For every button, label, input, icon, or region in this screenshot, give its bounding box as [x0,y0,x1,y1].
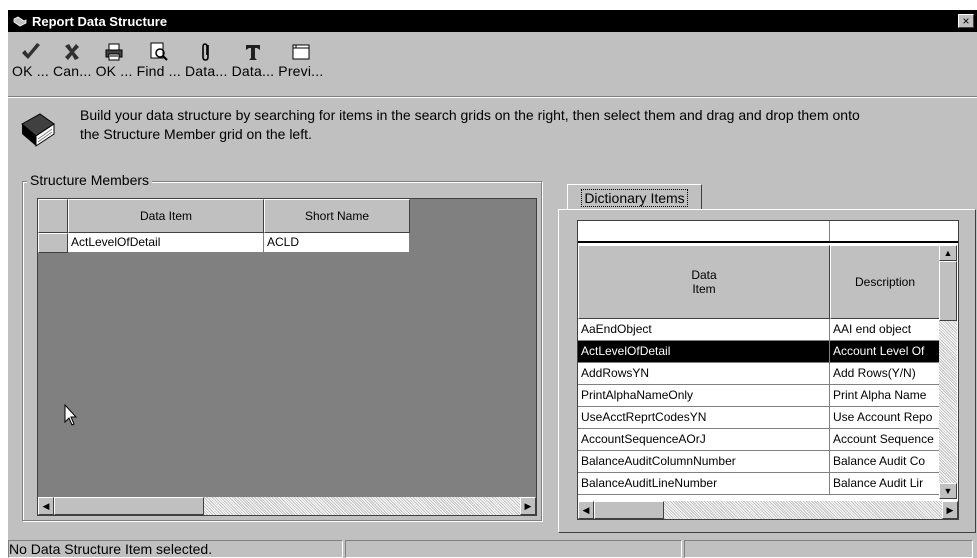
close-button[interactable]: × [958,14,974,28]
cell-short-name[interactable]: ACLD [264,233,410,253]
table-row[interactable]: AddRowsYN Add Rows(Y/N) [578,363,940,385]
structure-members-group: Structure Members Data Item Short Name A… [22,172,542,521]
tab-dictionary-items-label: Dictionary Items [581,188,688,207]
filter-row [578,221,958,243]
print-ok-button[interactable]: OK ... [94,34,135,90]
dictionary-horizontal-scrollbar[interactable]: ◀ ▶ [578,501,958,519]
preview-button-label: Previ... [278,63,324,79]
toolbar-separator [8,96,977,98]
filter-cell-data-item[interactable] [578,221,830,241]
scroll-thumb[interactable] [54,497,204,515]
cell-data-item[interactable]: AddRowsYN [578,363,830,385]
scroll-down-button[interactable]: ▼ [939,483,957,499]
checkmark-icon [21,43,40,59]
dictionary-grid-header: Data Item Description [578,245,940,319]
vertical-scroll-track[interactable] [939,261,957,483]
x-cancel-icon [65,44,80,60]
table-row[interactable]: ActLevelOfDetail ACLD [38,233,410,253]
scroll-up-button[interactable]: ▲ [939,245,957,261]
ok-button-label: OK ... [12,63,49,79]
paperclip-icon [202,43,210,61]
toolbar: OK ... Can... OK ... Find ... Data... Da… [8,34,977,90]
scroll-left-button[interactable]: ◀ [38,497,54,515]
scroll-left-button[interactable]: ◀ [578,501,594,519]
row-selector-header[interactable] [38,199,68,233]
dictionary-rows: AaEndObject AAI end object ActLevelOfDet… [578,319,940,495]
text-t-icon [245,45,260,60]
status-bar: No Data Structure Item selected. [8,540,977,558]
cancel-button-label: Can... [53,63,92,79]
status-message: No Data Structure Item selected. [8,540,343,558]
cell-data-item[interactable]: BalanceAuditColumnNumber [578,451,830,473]
cell-data-item[interactable]: AccountSequenceAOrJ [578,429,830,451]
instructions-panel: Build your data structure by searching f… [18,106,968,150]
table-row[interactable]: UseAcctReprtCodesYN Use Account Repo [578,407,940,429]
window-title: Report Data Structure [32,13,168,29]
instructions-line-1: Build your data structure by searching f… [80,107,860,123]
cell-description[interactable]: Use Account Repo [830,407,940,429]
cell-description[interactable]: Add Rows(Y/N) [830,363,940,385]
grid-header: Data Item Short Name [38,199,410,233]
dictionary-vertical-scrollbar[interactable]: ▲ ▼ [939,245,957,499]
data-attach-button[interactable]: Data... [183,34,230,90]
find-button-label: Find ... [136,63,181,79]
vertical-scroll-thumb[interactable] [939,261,957,321]
preview-window-icon [292,44,310,60]
scroll-track[interactable] [594,501,942,519]
cell-data-item[interactable]: UseAcctReprtCodesYN [578,407,830,429]
cell-data-item[interactable]: PrintAlphaNameOnly [578,385,830,407]
cell-description[interactable]: Print Alpha Name [830,385,940,407]
table-row[interactable]: AaEndObject AAI end object [578,319,940,341]
scroll-right-button[interactable]: ▶ [942,501,958,519]
printer-icon [105,43,123,61]
structure-members-grid[interactable]: Data Item Short Name ActLevelOfDetail AC… [37,198,537,516]
column-header-data-item[interactable]: Data Item [578,245,830,319]
filter-cell-description[interactable] [830,221,958,241]
table-row[interactable]: AccountSequenceAOrJ Account Sequence [578,429,940,451]
row-selector[interactable] [38,233,68,253]
book-icon [21,113,55,147]
cell-description[interactable]: Balance Audit Co [830,451,940,473]
report-data-structure-window: Report Data Structure × OK ... Can... OK… [8,10,977,558]
table-row[interactable]: BalanceAuditColumnNumber Balance Audit C… [578,451,940,473]
instructions-line-2: the Structure Member grid on the left. [80,126,312,142]
table-row[interactable]: PrintAlphaNameOnly Print Alpha Name [578,385,940,407]
structure-members-legend: Structure Members [27,172,153,188]
cell-description[interactable]: Account Level Of [830,341,940,363]
mouse-pointer-icon [64,404,78,426]
ok-button[interactable]: OK ... [10,34,51,90]
data-text-button-label: Data... [231,63,275,79]
cancel-button[interactable]: Can... [51,34,94,90]
cell-data-item[interactable]: AaEndObject [578,319,830,341]
table-row[interactable]: BalanceAuditLineNumber Balance Audit Lir [578,473,940,495]
app-icon [13,16,27,27]
data-attach-button-label: Data... [184,63,228,79]
column-header-data-item[interactable]: Data Item [68,199,264,233]
scroll-thumb[interactable] [594,501,664,519]
column-header-short-name[interactable]: Short Name [264,199,410,233]
dictionary-items-grid[interactable]: Data Item Description AaEndObject AAI en… [577,220,959,520]
column-header-description[interactable]: Description [830,245,940,319]
status-pane-3 [684,540,973,558]
table-row-selected[interactable]: ActLevelOfDetail Account Level Of [578,341,940,363]
find-button[interactable]: Find ... [135,34,183,90]
cell-description[interactable]: Balance Audit Lir [830,473,940,495]
cell-description[interactable]: AAI end object [830,319,940,341]
cell-description[interactable]: Account Sequence [830,429,940,451]
scroll-track[interactable] [54,497,520,515]
preview-button[interactable]: Previ... [276,34,325,90]
cell-data-item[interactable]: ActLevelOfDetail [68,233,264,253]
title-bar: Report Data Structure × [8,10,977,32]
status-pane-2 [345,540,682,558]
find-magnifier-icon [150,42,168,61]
cell-data-item[interactable]: ActLevelOfDetail [578,341,830,363]
data-text-button[interactable]: Data... [230,34,277,90]
tab-dictionary-items[interactable]: Dictionary Items [567,184,702,210]
cell-data-item[interactable]: BalanceAuditLineNumber [578,473,830,495]
left-grid-horizontal-scrollbar[interactable]: ◀ ▶ [38,497,536,515]
print-ok-button-label: OK ... [95,63,133,79]
scroll-right-button[interactable]: ▶ [520,497,536,515]
dictionary-items-panel: Data Item Description AaEndObject AAI en… [558,209,976,533]
